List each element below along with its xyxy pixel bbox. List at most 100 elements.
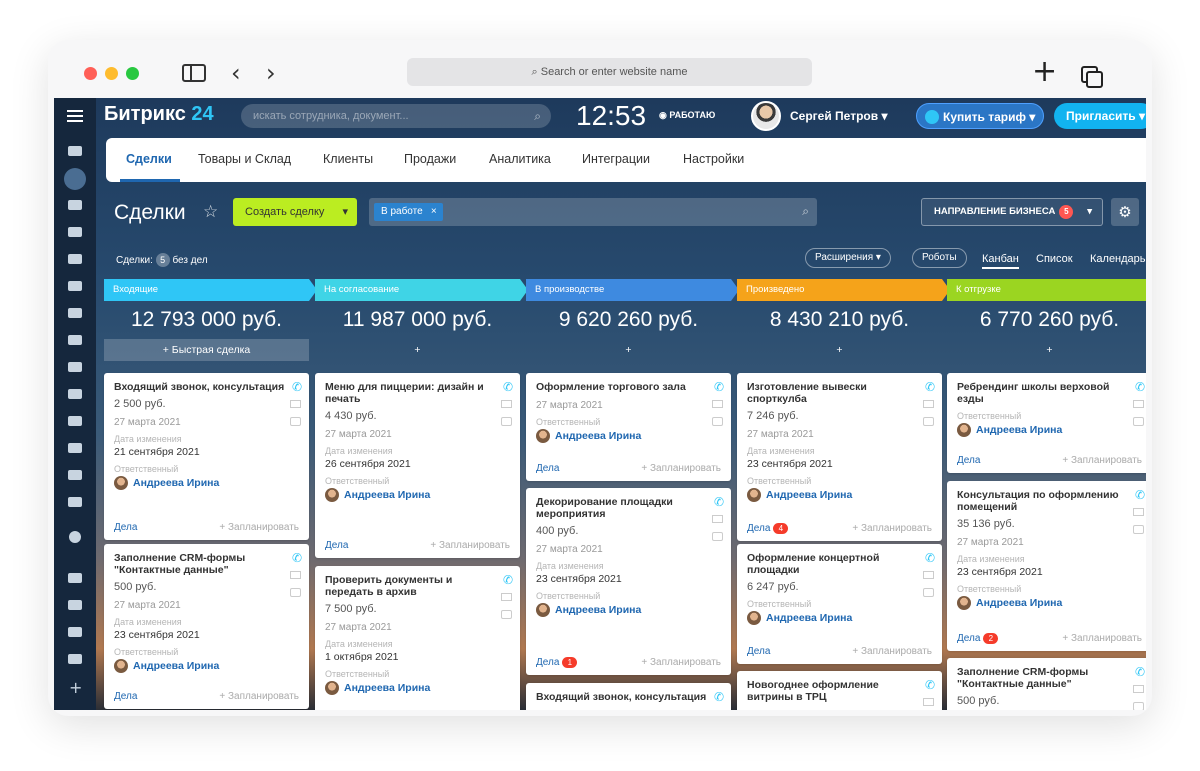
column-header[interactable]: Произведено [737,279,950,301]
tasks-link[interactable]: Дела [747,646,770,657]
tasks-link[interactable]: Дела [114,522,137,533]
responsible-person[interactable]: Андреева Ирина [957,596,1142,610]
deal-card[interactable]: Декорирование площадки мероприятия 400 ру… [526,488,731,675]
sidebar-chat-icon[interactable] [68,416,82,426]
mail-icon[interactable] [290,571,301,579]
schedule-link[interactable]: + Запланировать [852,523,932,534]
mail-icon[interactable] [290,400,301,408]
deal-card[interactable]: Оформление торгового зала 27 марта 2021 От… [526,373,731,481]
responsible-person[interactable]: Андреева Ирина [536,603,721,617]
tasks-link[interactable]: Дела [325,540,348,551]
sidebar-more-icon[interactable] [69,531,81,543]
responsible-person[interactable]: Андреева Ирина [325,681,510,695]
brand-logo[interactable]: Битрикс 24 [104,103,214,126]
sidebar-contacts-icon[interactable] [68,254,82,264]
responsible-person[interactable]: Андреева Ирина [114,659,299,673]
deal-title[interactable]: Декорирование площадки мероприятия [536,496,721,520]
responsible-person[interactable]: Андреева Ирина [325,488,510,502]
comment-icon[interactable] [290,417,301,426]
phone-icon[interactable]: ✆ [714,690,724,704]
tasks-link[interactable]: Дела [747,523,770,534]
add-deal-button[interactable]: + [737,339,942,361]
mail-icon[interactable] [1133,685,1144,693]
sidebar-toggle-icon[interactable] [182,64,206,82]
mail-icon[interactable] [501,593,512,601]
view-kanban[interactable]: Канбан [982,253,1019,269]
extensions-button[interactable]: Расширения ▾ [805,248,891,268]
schedule-link[interactable]: + Запланировать [852,646,932,657]
mail-icon[interactable] [712,515,723,523]
comment-icon[interactable] [1133,417,1144,426]
remove-filter-icon[interactable]: × [431,203,437,221]
maximize-window-button[interactable] [126,67,139,80]
hamburger-menu-icon[interactable] [67,110,83,122]
deal-title[interactable]: Заполнение CRM-формы "Контактные данные" [114,552,299,576]
deal-card[interactable]: Меню для пиццерии: дизайн и печать 4 430 … [315,373,520,558]
phone-icon[interactable]: ✆ [714,495,724,509]
sidebar-users-icon[interactable] [68,470,82,480]
comment-icon[interactable] [712,532,723,541]
deal-title[interactable]: Оформление торгового зала [536,381,721,393]
mail-icon[interactable] [1133,400,1144,408]
forward-arrow-icon[interactable]: › [266,59,276,87]
comment-icon[interactable] [923,417,934,426]
deal-card[interactable]: Оформление концертной площадки 6 247 руб.… [737,544,942,664]
sidebar-schedule-icon[interactable] [68,443,82,453]
comment-icon[interactable] [290,588,301,597]
search-icon[interactable]: ⌕ [802,204,809,219]
phone-icon[interactable]: ✆ [925,678,935,692]
add-deal-button[interactable]: + [947,339,1146,361]
sidebar-sync-icon[interactable] [68,308,82,318]
phone-icon[interactable]: ✆ [1135,488,1145,502]
comment-icon[interactable] [501,417,512,426]
deal-title[interactable]: Консультация по оформлению помещений [957,489,1142,513]
deal-card[interactable]: Заполнение CRM-формы "Контактные данные"… [104,544,309,709]
responsible-person[interactable]: Андреева Ирина [957,423,1142,437]
phone-icon[interactable]: ✆ [1135,380,1145,394]
schedule-link[interactable]: + Запланировать [430,540,510,551]
deal-title[interactable]: Новогоднее оформление витрины в ТРЦ [747,679,932,703]
tab-analytics[interactable]: Аналитика [489,152,551,166]
schedule-link[interactable]: + Запланировать [219,691,299,702]
responsible-person[interactable]: Андреева Ирина [747,611,932,625]
back-arrow-icon[interactable]: ‹ [231,59,241,87]
schedule-link[interactable]: + Запланировать [641,657,721,668]
deal-title[interactable]: Изготовление вывески спорткулба [747,381,932,405]
schedule-link[interactable]: + Запланировать [1062,455,1142,466]
sidebar-tasks-icon[interactable] [68,200,82,210]
add-deal-button[interactable]: + [526,339,731,361]
comment-icon[interactable] [501,610,512,619]
sidebar-cart-icon[interactable] [68,362,82,372]
view-list[interactable]: Список [1036,253,1073,265]
tab-products[interactable]: Товары и Склад [198,152,291,166]
tab-sales[interactable]: Продажи [404,152,456,166]
tab-integrations[interactable]: Интеграции [582,152,650,166]
tasks-link[interactable]: Дела [957,633,980,644]
mail-icon[interactable] [501,400,512,408]
deal-card[interactable]: Консультация по оформлению помещений 35 1… [947,481,1146,651]
deal-title[interactable]: Заполнение CRM-формы "Контактные данные" [957,666,1142,690]
phone-icon[interactable]: ✆ [1135,665,1145,679]
deal-title[interactable]: Меню для пиццерии: дизайн и печать [325,381,510,405]
comment-icon[interactable] [923,588,934,597]
phone-icon[interactable]: ✆ [925,380,935,394]
responsible-person[interactable]: Андреева Ирина [747,488,932,502]
filter-search-input[interactable]: В работе × ⌕ [369,198,817,226]
sidebar-crm-icon[interactable] [64,168,86,190]
column-header[interactable]: На согласование [315,279,528,301]
filter-chip[interactable]: В работе × [374,203,443,221]
global-search-input[interactable]: искать сотрудника, документ... ⌕ [241,104,551,128]
phone-icon[interactable]: ✆ [503,380,513,394]
sidebar-calendar-icon[interactable] [68,227,82,237]
mail-icon[interactable] [712,400,723,408]
schedule-link[interactable]: + Запланировать [1062,633,1142,644]
schedule-link[interactable]: + Запланировать [641,463,721,474]
phone-icon[interactable]: ✆ [714,380,724,394]
mail-icon[interactable] [1133,508,1144,516]
tasks-link[interactable]: Дела [536,463,559,474]
tasks-link[interactable]: Дела [957,455,980,466]
deal-title[interactable]: Проверить документы и передать в архив [325,574,510,598]
buy-plan-button[interactable]: Купить тариф ▾ [916,103,1044,129]
phone-icon[interactable]: ✆ [292,380,302,394]
close-window-button[interactable] [84,67,97,80]
